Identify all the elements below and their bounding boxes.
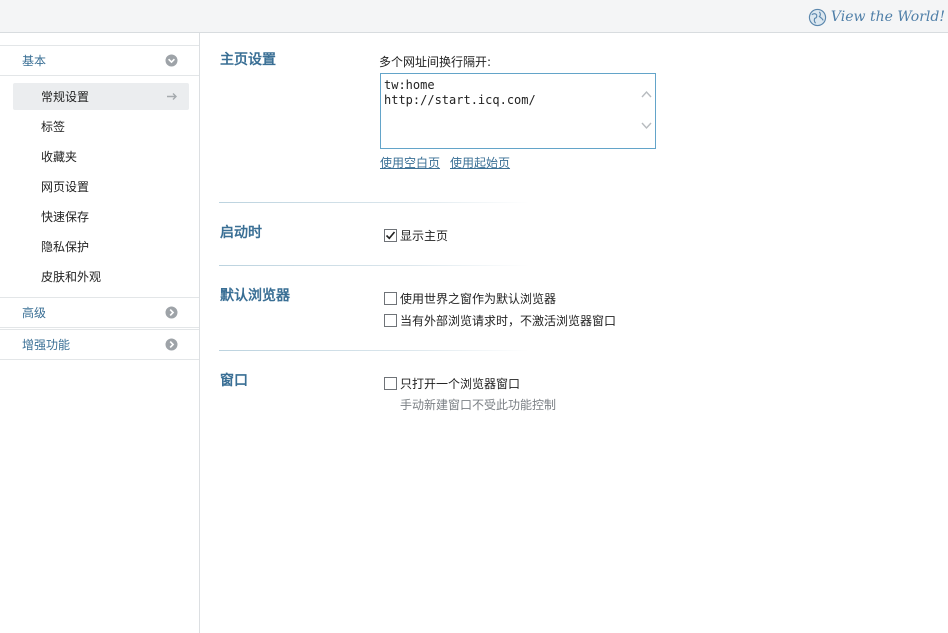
sidebar-section-basic[interactable]: 基本 (0, 45, 199, 76)
single-window-checkbox[interactable] (384, 376, 397, 390)
sidebar-item-label: 皮肤和外观 (41, 270, 102, 284)
sidebar-item-label: 常规设置 (41, 90, 90, 104)
homepage-url-line: http://start.icq.com/ (384, 93, 536, 107)
section-title-homepage: 主页设置 (220, 52, 276, 68)
homepage-urls-textarea[interactable]: tw:home http://start.icq.com/ (380, 73, 656, 149)
no-activate-checkbox[interactable] (384, 313, 397, 327)
sidebar-item-label: 隐私保护 (41, 240, 90, 254)
brand-logo: View the World! (808, 6, 945, 28)
chevron-right-icon (165, 338, 178, 351)
use-start-page-link[interactable]: 使用起始页 (450, 154, 510, 171)
sidebar-item-favorites[interactable]: 收藏夹 (13, 143, 189, 170)
section-title-startup: 启动时 (220, 225, 262, 241)
sidebar-item-label: 网页设置 (41, 180, 90, 194)
sidebar-item-skins[interactable]: 皮肤和外观 (13, 263, 189, 290)
no-activate-option: 当有外部浏览请求时，不激活浏览器窗口 (384, 312, 616, 328)
single-window-label: 只打开一个浏览器窗口 (400, 376, 521, 391)
show-home-label: 显示主页 (400, 228, 449, 243)
set-default-option: 使用世界之窗作为默认浏览器 (384, 290, 556, 306)
sidebar-section-enhanced[interactable]: 增强功能 (0, 329, 199, 360)
settings-panel: 主页设置 多个网址间换行隔开: tw:home http://start.icq… (201, 33, 948, 633)
homepage-url-line: tw:home (384, 78, 435, 92)
sidebar: 基本 常规设置 标签 收藏夹 网页设置 快速保存 隐私保护 皮肤和外观 高级 增… (0, 33, 200, 633)
sidebar-section-label: 高级 (22, 306, 47, 320)
sidebar-section-advanced[interactable]: 高级 (0, 297, 199, 328)
section-divider (219, 265, 529, 266)
set-default-checkbox[interactable] (384, 291, 397, 305)
scroll-up-icon[interactable] (640, 89, 653, 99)
show-home-checkbox[interactable] (384, 228, 397, 242)
section-title-window: 窗口 (220, 373, 248, 389)
section-divider (219, 202, 529, 203)
show-home-option: 显示主页 (384, 227, 448, 243)
section-title-default-browser: 默认浏览器 (220, 288, 290, 304)
scroll-down-icon[interactable] (640, 121, 653, 131)
sidebar-item-privacy[interactable]: 隐私保护 (13, 233, 189, 260)
sidebar-item-quicksave[interactable]: 快速保存 (13, 203, 189, 230)
single-window-option: 只打开一个浏览器窗口 (384, 375, 520, 391)
top-bar: View the World! (0, 0, 948, 33)
sidebar-item-webpage[interactable]: 网页设置 (13, 173, 189, 200)
sidebar-item-label: 收藏夹 (41, 150, 78, 164)
no-activate-label: 当有外部浏览请求时，不激活浏览器窗口 (400, 313, 617, 328)
set-default-label: 使用世界之窗作为默认浏览器 (400, 291, 557, 306)
checkmark-icon (385, 230, 396, 239)
single-window-hint: 手动新建窗口不受此功能控制 (400, 398, 557, 412)
sidebar-section-label: 基本 (22, 54, 47, 68)
sidebar-item-label: 标签 (41, 120, 66, 134)
arrow-right-icon (167, 93, 177, 100)
chevron-right-icon (165, 306, 178, 319)
sidebar-item-general[interactable]: 常规设置 (13, 83, 189, 110)
homepage-prompt: 多个网址间换行隔开: (379, 55, 492, 69)
brand-text: View the World! (830, 9, 945, 25)
chevron-down-icon (165, 54, 178, 67)
use-blank-page-link[interactable]: 使用空白页 (380, 154, 440, 171)
sidebar-item-label: 快速保存 (41, 210, 90, 224)
section-divider (219, 350, 529, 351)
sidebar-item-tabs[interactable]: 标签 (13, 113, 189, 140)
sidebar-section-label: 增强功能 (22, 338, 71, 352)
globe-icon (808, 8, 827, 26)
